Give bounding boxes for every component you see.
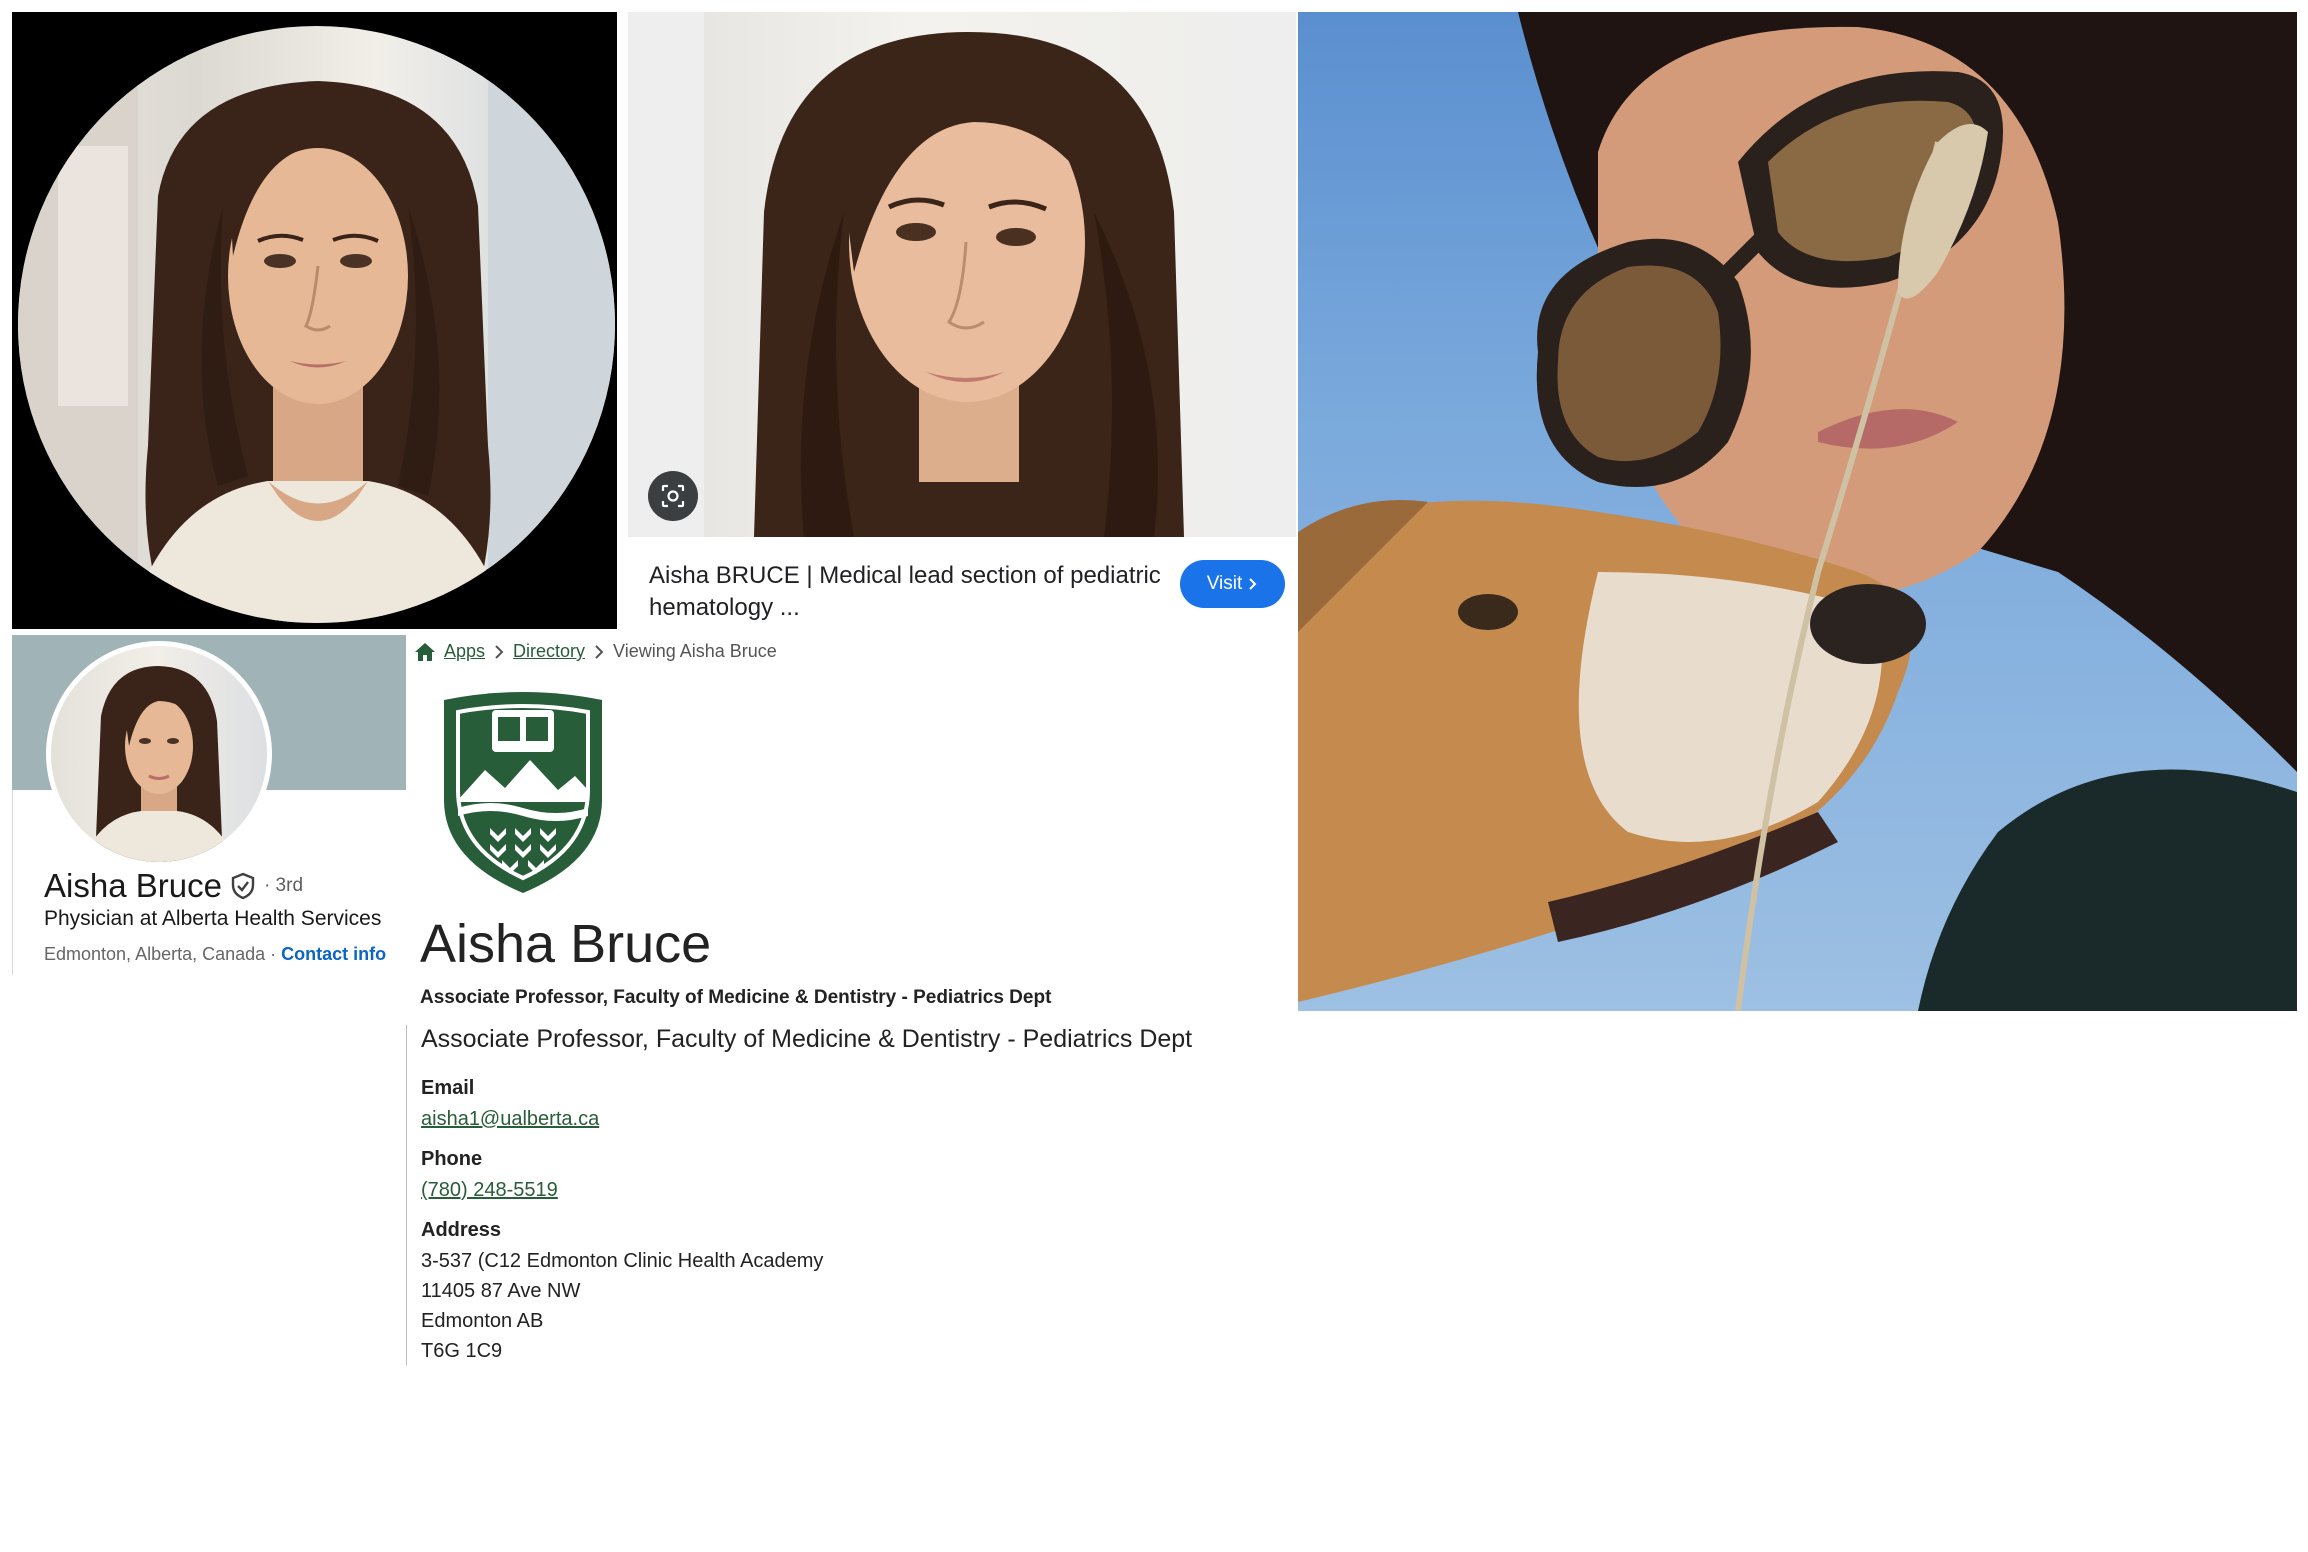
- contact-info-link[interactable]: Contact info: [281, 944, 386, 964]
- university-crest-icon: [444, 692, 602, 893]
- position-title: Associate Professor, Faculty of Medicine…: [421, 1025, 1193, 1053]
- portrait-photo: [18, 26, 615, 623]
- position-summary: Associate Professor, Faculty of Medicine…: [420, 987, 1052, 1008]
- verified-shield-icon[interactable]: [230, 872, 256, 900]
- contact-details: Associate Professor, Faculty of Medicine…: [406, 1025, 1287, 1365]
- address-line: Edmonton AB: [421, 1310, 544, 1332]
- woman-headshot-image: [754, 32, 1184, 537]
- visit-button[interactable]: Visit: [1180, 560, 1285, 608]
- visit-label: Visit: [1206, 573, 1243, 594]
- lens-icon: [661, 484, 685, 508]
- chevron-right-icon: [595, 644, 604, 659]
- result-photo[interactable]: [704, 12, 1230, 537]
- linkedin-profile-card: Aisha Bruce · 3rd Physician at Alberta H…: [12, 635, 406, 975]
- profile-headline: Physician at Alberta Health Services: [44, 907, 382, 930]
- profile-location-row: Edmonton, Alberta, Canada · Contact info: [44, 944, 386, 965]
- address-line: T6G 1C9: [421, 1340, 503, 1362]
- profile-name-row: Aisha Bruce · 3rd: [44, 867, 303, 905]
- address-line: 3-537 (C12 Edmonton Clinic Health Academ…: [421, 1250, 824, 1272]
- selfie-image: [1298, 12, 2297, 1011]
- result-image-area: [628, 12, 1296, 537]
- breadcrumb-apps-link[interactable]: Apps: [444, 641, 485, 662]
- selfie-with-dog-photo: [1298, 12, 2297, 1011]
- lens-button[interactable]: [648, 471, 698, 521]
- address-label: Address: [421, 1219, 502, 1241]
- result-caption[interactable]: Aisha BRUCE | Medical lead section of pe…: [649, 560, 1169, 624]
- avatar[interactable]: [46, 641, 272, 867]
- directory-profile: Apps Directory Viewing Aisha Bruce Aisha…: [406, 635, 1296, 1370]
- card-border: [12, 790, 13, 975]
- home-icon[interactable]: [414, 642, 436, 662]
- connection-degree: · 3rd: [263, 875, 304, 896]
- profile-location: Edmonton, Alberta, Canada ·: [44, 944, 277, 964]
- breadcrumb-directory-link[interactable]: Directory: [513, 641, 585, 662]
- address-line: 11405 87 Ave NW: [421, 1280, 581, 1302]
- portrait-panel: [12, 12, 617, 629]
- phone-label: Phone: [421, 1148, 483, 1170]
- profile-name: Aisha Bruce: [44, 867, 222, 904]
- breadcrumb: Apps Directory Viewing Aisha Bruce: [414, 641, 777, 662]
- woman-portrait-image: [18, 26, 615, 623]
- breadcrumb-current: Viewing Aisha Bruce: [613, 641, 777, 661]
- avatar-image: [81, 666, 237, 862]
- email-label: Email: [421, 1077, 475, 1099]
- email-link[interactable]: aisha1@ualberta.ca: [421, 1108, 599, 1131]
- phone-link[interactable]: (780) 248-5519: [421, 1179, 558, 1202]
- chevron-right-icon: [495, 644, 504, 659]
- chevron-right-icon: [1249, 578, 1257, 590]
- page-title: Aisha Bruce: [420, 914, 712, 974]
- image-search-result: Aisha BRUCE | Medical lead section of pe…: [628, 12, 1296, 627]
